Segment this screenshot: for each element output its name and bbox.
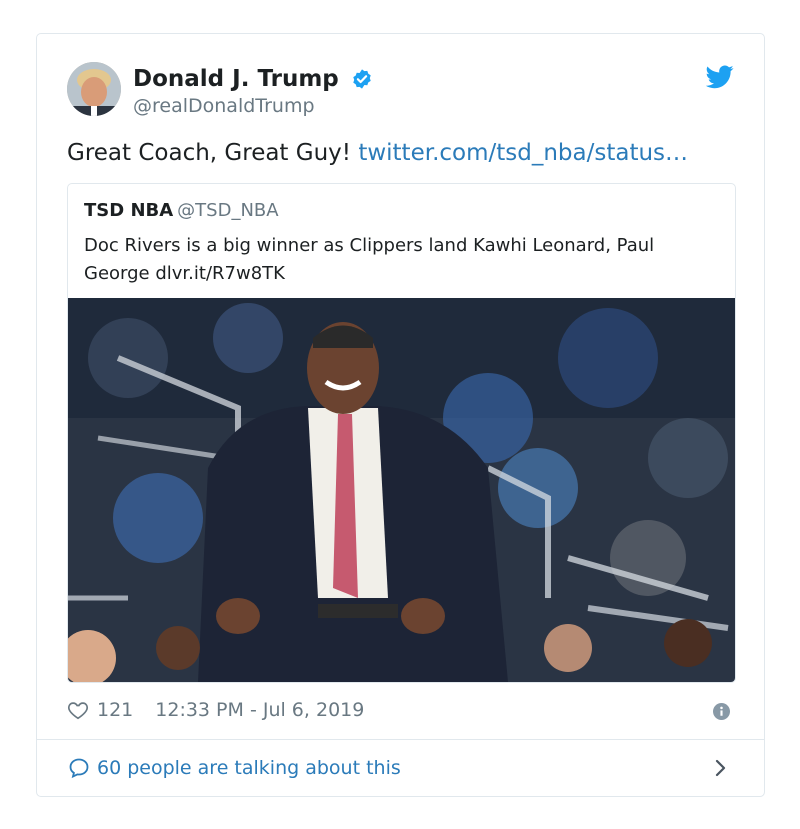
heart-icon[interactable] — [67, 699, 89, 721]
verified-badge-icon — [353, 69, 371, 89]
quoted-tweet-text: Doc Rivers is a big winner as Clippers l… — [84, 235, 655, 284]
tweet-body: Great Coach, Great Guy! — [67, 140, 359, 166]
avatar-image — [67, 62, 121, 116]
conversation-text: 60 people are talking about this — [97, 757, 401, 779]
tweet-timestamp[interactable]: 12:33 PM - Jul 6, 2019 — [155, 698, 364, 722]
quoted-tweet-header: TSD NBA @TSD_NBA — [84, 200, 279, 222]
chevron-right-icon[interactable] — [714, 759, 728, 777]
quoted-tweet[interactable]: TSD NBA @TSD_NBA Doc Rivers is a big winn… — [67, 183, 736, 683]
twitter-bird-icon[interactable] — [706, 65, 734, 89]
conversation-link[interactable]: 60 people are talking about this — [67, 755, 401, 781]
info-icon[interactable] — [713, 703, 730, 720]
divider — [37, 739, 764, 740]
quoted-author-name: TSD NBA — [84, 200, 174, 221]
speech-bubble-icon — [69, 758, 89, 779]
author-handle[interactable]: @realDonaldTrump — [133, 94, 315, 118]
author-name-text: Donald J. Trump — [133, 66, 339, 92]
embedded-tweet-card: Donald J. Trump @realDonaldTrump Great C… — [36, 33, 765, 797]
author-avatar[interactable] — [67, 62, 121, 116]
tweet-link[interactable]: twitter.com/tsd_nba/status… — [358, 140, 688, 166]
author-name[interactable]: Donald J. Trump — [133, 65, 373, 93]
quoted-author-handle: @TSD_NBA — [177, 200, 279, 221]
tweet-text: Great Coach, Great Guy! twitter.com/tsd_… — [67, 138, 688, 168]
tweet-meta: 121 12:33 PM - Jul 6, 2019 — [67, 698, 364, 722]
quoted-tweet-photo[interactable] — [68, 298, 735, 682]
like-count[interactable]: 121 — [97, 698, 133, 722]
